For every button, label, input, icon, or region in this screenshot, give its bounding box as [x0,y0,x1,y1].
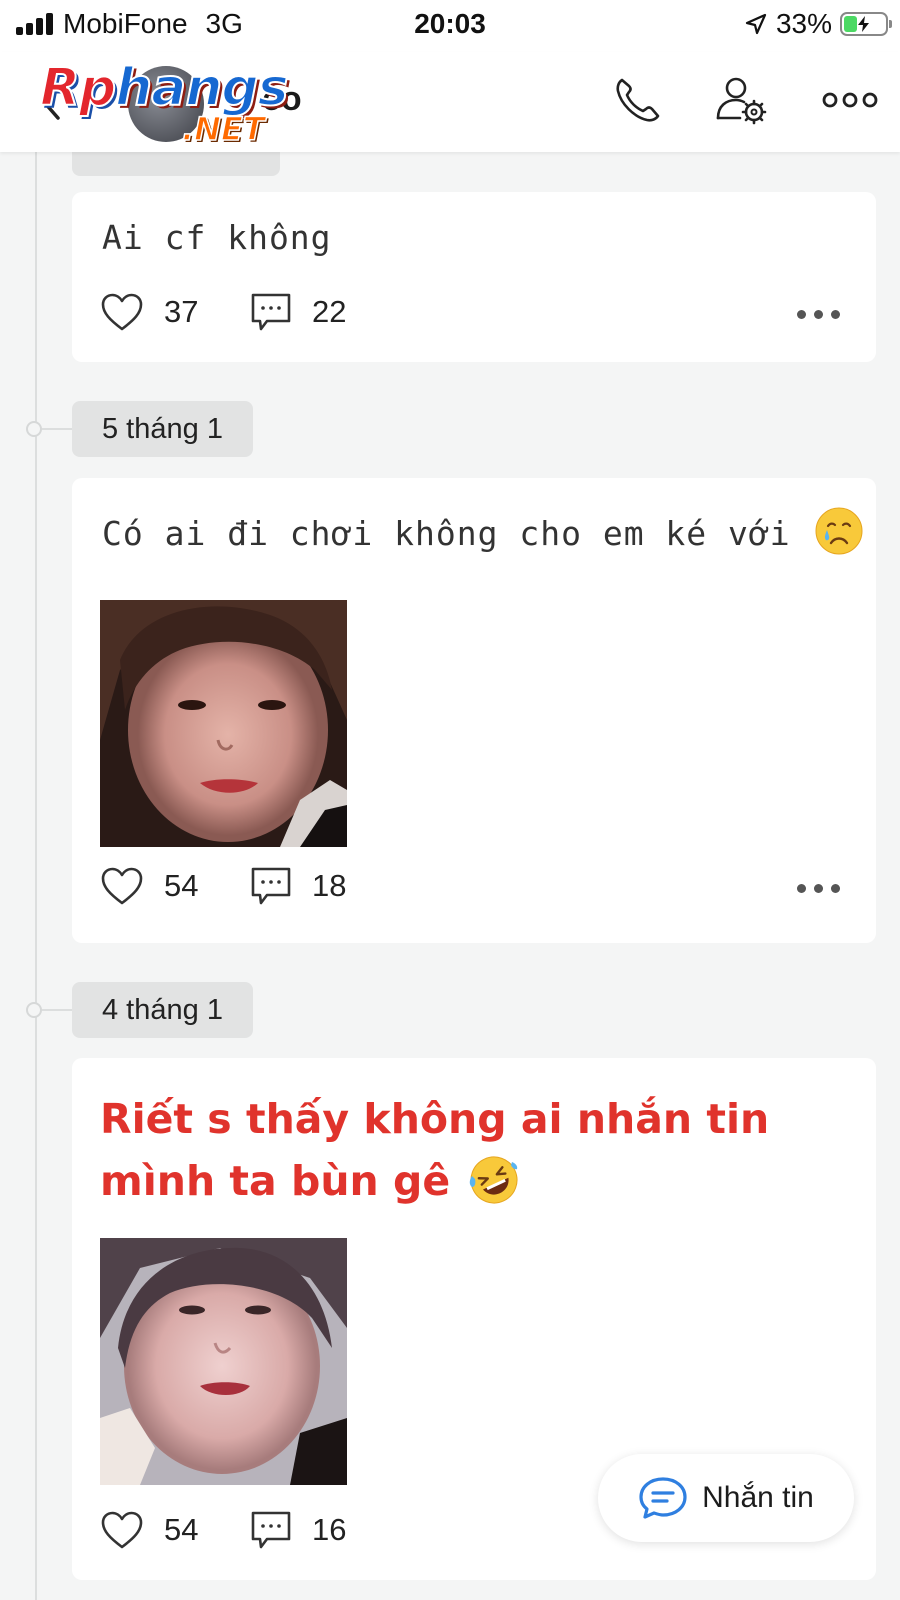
comment-count: 22 [312,294,347,329]
like-count: 54 [164,1512,199,1547]
watermark-logo: Rphangs [39,57,290,119]
heart-icon [101,293,143,331]
timeline-dot [26,1002,42,1018]
post-text-content: Có ai đi chơi không cho em ké với [102,514,791,553]
more-horizontal-icon[interactable] [822,88,878,112]
like-count: 54 [164,868,199,903]
message-button[interactable]: Nhắn tin [598,1454,854,1542]
heart-icon [101,1511,143,1549]
phone-icon[interactable] [612,74,664,126]
comment-icon [251,293,291,331]
comment-icon [251,1511,291,1549]
comment-button[interactable]: 22 [250,292,346,332]
battery-nub [889,20,892,28]
timeline-dot [26,421,42,437]
crying-face-emoji-icon [815,507,863,554]
timeline-connector [42,1009,72,1011]
heart-icon [101,867,143,905]
status-bar: MobiFone 3G 20:03 33% [0,0,900,52]
date-chip: 4 tháng 1 [72,982,253,1038]
post-card[interactable]: Ai cf không 37 22 [72,192,876,362]
post-text-content: Riết s thấy không ai nhắn tin mình ta bù… [100,1095,770,1205]
watermark-logo-net: .NET [181,109,265,149]
timeline-connector [42,428,72,430]
status-right: 33% [744,8,892,40]
post-card[interactable]: Có ai đi chơi không cho em ké với 54 18 [72,478,876,943]
chat-bubble-icon [639,1477,687,1519]
profile-settings-icon[interactable] [714,74,770,130]
post-text: Riết s thấy không ai nhắn tin mình ta bù… [100,1088,836,1212]
post-text: Có ai đi chơi không cho em ké với [102,507,864,556]
post-more-icon[interactable] [797,310,840,319]
profile-header: eo Rphangs .NET [0,52,900,152]
post-actions: 54 18 [100,866,848,910]
post-photo[interactable] [100,1238,347,1485]
message-button-label: Nhắn tin [702,1481,814,1514]
post-text: Ai cf không [102,218,332,257]
comment-button[interactable]: 18 [250,866,346,906]
comment-button[interactable]: 16 [250,1510,346,1550]
rolling-laughing-face-emoji-icon [470,1156,518,1204]
comment-count: 18 [312,868,347,903]
battery-icon [840,12,892,36]
post-photo[interactable] [100,600,347,847]
comment-count: 16 [312,1512,347,1547]
date-chip: 5 tháng 1 [72,401,253,457]
like-button[interactable]: 54 [100,866,198,906]
battery-percent: 33% [775,8,832,39]
like-button[interactable]: 54 [100,1510,198,1550]
like-button[interactable]: 37 [100,292,198,332]
like-count: 37 [164,294,199,329]
post-actions: 37 22 [100,292,848,336]
post-more-icon[interactable] [797,884,840,893]
location-arrow-icon [745,13,767,35]
charging-bolt-icon [858,16,869,32]
timeline-line [35,152,37,1600]
comment-icon [251,867,291,905]
